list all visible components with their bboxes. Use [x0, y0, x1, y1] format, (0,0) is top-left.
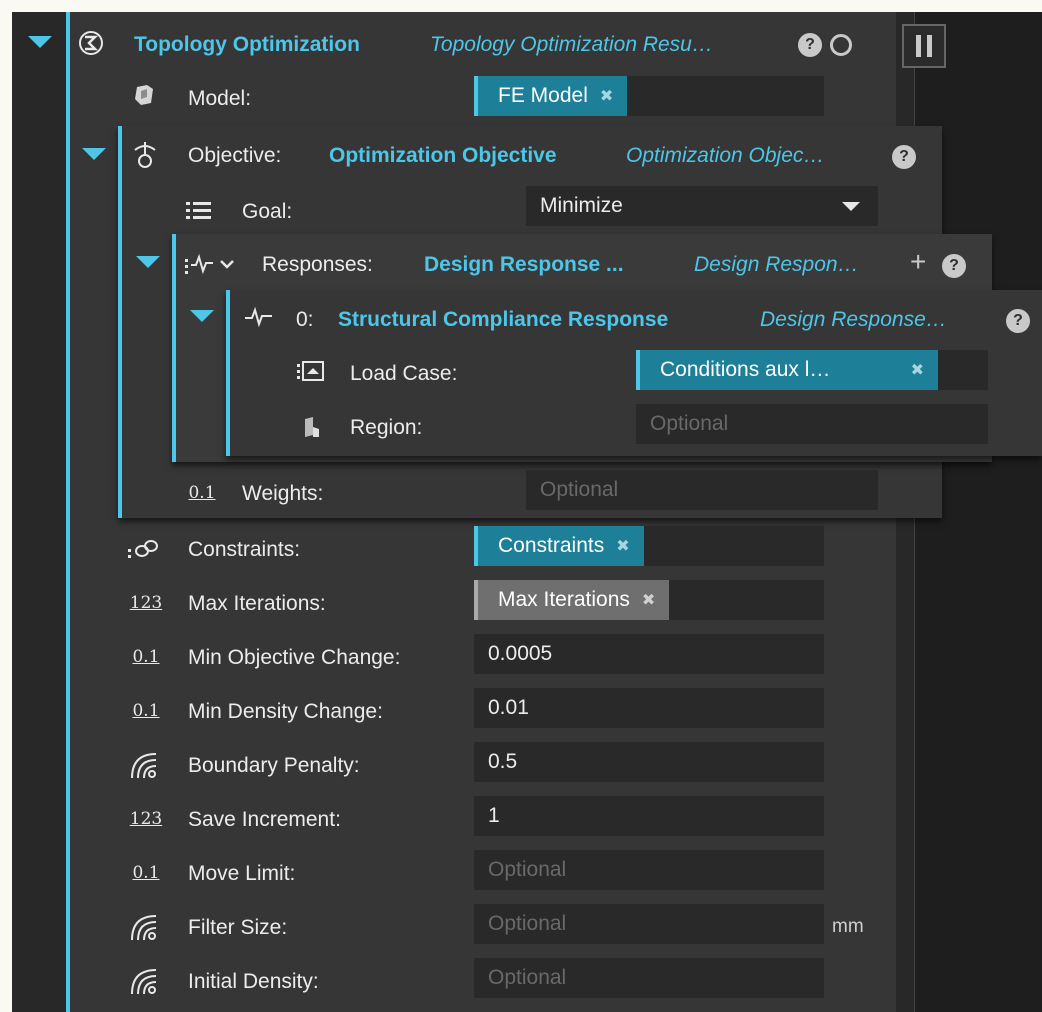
min-objective-change-input[interactable]: 0.0005	[474, 634, 824, 674]
response-index: 0:	[296, 308, 314, 331]
responses-icon	[184, 250, 216, 278]
goal-label: Goal:	[242, 200, 293, 223]
min-density-change-input[interactable]: 0.01	[474, 688, 824, 728]
weights-field[interactable]: Optional	[526, 470, 878, 510]
response-item-type: Design Response…	[760, 308, 947, 331]
help-icon[interactable]: ?	[942, 254, 966, 278]
region-icon	[298, 412, 326, 442]
save-increment-label: Save Increment:	[188, 808, 341, 831]
optimization-icon	[74, 26, 108, 60]
responses-type: Design Respon…	[694, 253, 859, 276]
collapse-topology-icon[interactable]	[28, 36, 52, 48]
boundary-penalty-label: Boundary Penalty:	[188, 754, 360, 777]
constraints-icon	[126, 534, 162, 564]
response-item-name: Structural Compliance Response	[338, 308, 669, 331]
goal-select[interactable]: Minimize	[526, 186, 878, 226]
objective-label: Objective:	[188, 144, 282, 167]
filter-size-label: Filter Size:	[188, 916, 288, 939]
collapse-response-item-icon[interactable]	[190, 310, 214, 322]
collapse-objective-icon[interactable]	[82, 148, 106, 160]
model-label: Model:	[188, 87, 252, 110]
filter-size-unit: mm	[832, 916, 864, 937]
load-case-chip[interactable]: Conditions aux l… ✖	[636, 350, 938, 390]
chevron-down-icon[interactable]	[218, 252, 236, 276]
pause-bar-icon	[916, 35, 921, 57]
help-icon[interactable]: ?	[892, 145, 916, 169]
move-limit-label: Move Limit:	[188, 862, 296, 885]
load-case-chip-label: Conditions aux l…	[660, 358, 831, 381]
chevron-down-icon	[842, 202, 860, 211]
window: Topology Optimization Topology Optimizat…	[12, 12, 1042, 1012]
max-iterations-chip-label: Max Iterations	[498, 588, 630, 611]
constraints-chip[interactable]: Constraints ✖	[474, 526, 644, 566]
max-iterations-chip[interactable]: Max Iterations ✖	[474, 580, 670, 620]
decimal-icon: 0.1	[132, 863, 160, 883]
min-density-change-label: Min Density Change:	[188, 700, 383, 723]
goal-value: Minimize	[540, 194, 623, 217]
load-case-icon	[296, 358, 326, 386]
responses-label: Responses:	[262, 253, 373, 276]
decimal-icon: 0.1	[132, 647, 160, 667]
initial-density-input[interactable]: Optional	[474, 958, 824, 998]
decimal-icon: 0.1	[132, 701, 160, 721]
load-case-label: Load Case:	[350, 362, 458, 385]
add-response-icon[interactable]: +	[910, 246, 926, 278]
model-icon	[130, 80, 158, 110]
objective-type: Optimization Objec…	[626, 144, 825, 167]
weights-label: Weights:	[242, 482, 324, 505]
objective-icon	[130, 138, 160, 172]
region-label: Region:	[350, 416, 423, 439]
min-objective-change-label: Min Objective Change:	[188, 646, 401, 669]
remove-icon[interactable]: ✖	[616, 536, 629, 556]
list-icon	[184, 198, 214, 224]
pause-button[interactable]	[902, 24, 946, 68]
objective-name: Optimization Objective	[329, 144, 557, 167]
integer-icon: 123	[129, 593, 163, 613]
response-icon	[242, 304, 276, 330]
length-icon	[126, 910, 160, 944]
constraints-chip-label: Constraints	[498, 534, 605, 557]
max-iterations-label: Max Iterations:	[188, 592, 326, 615]
help-icon[interactable]: ?	[1006, 309, 1030, 333]
circle-icon[interactable]	[830, 34, 852, 56]
boundary-penalty-input[interactable]: 0.5	[474, 742, 824, 782]
integer-icon: 123	[129, 809, 163, 829]
save-increment-input[interactable]: 1	[474, 796, 824, 836]
remove-icon[interactable]: ✖	[911, 360, 924, 380]
topology-type: Topology Optimization Resu…	[430, 33, 713, 56]
pause-bar-icon	[927, 35, 932, 57]
topology-title: Topology Optimization	[134, 33, 360, 56]
constraints-label: Constraints:	[188, 538, 301, 561]
remove-icon[interactable]: ✖	[600, 86, 613, 106]
collapse-responses-icon[interactable]	[136, 256, 160, 268]
decimal-icon: 0.1	[188, 483, 216, 503]
move-limit-input[interactable]: Optional	[474, 850, 824, 890]
filter-size-input[interactable]: Optional	[474, 904, 824, 944]
model-chip[interactable]: FE Model ✖	[474, 76, 628, 116]
initial-density-label: Initial Density:	[188, 970, 319, 993]
help-icon[interactable]: ?	[798, 33, 822, 57]
model-chip-label: FE Model	[498, 84, 588, 107]
length-icon	[126, 748, 160, 782]
responses-name: Design Response ...	[424, 253, 624, 276]
remove-icon[interactable]: ✖	[642, 590, 655, 610]
length-icon	[126, 964, 160, 998]
region-field[interactable]: Optional	[636, 404, 988, 444]
left-rail	[12, 12, 66, 1012]
